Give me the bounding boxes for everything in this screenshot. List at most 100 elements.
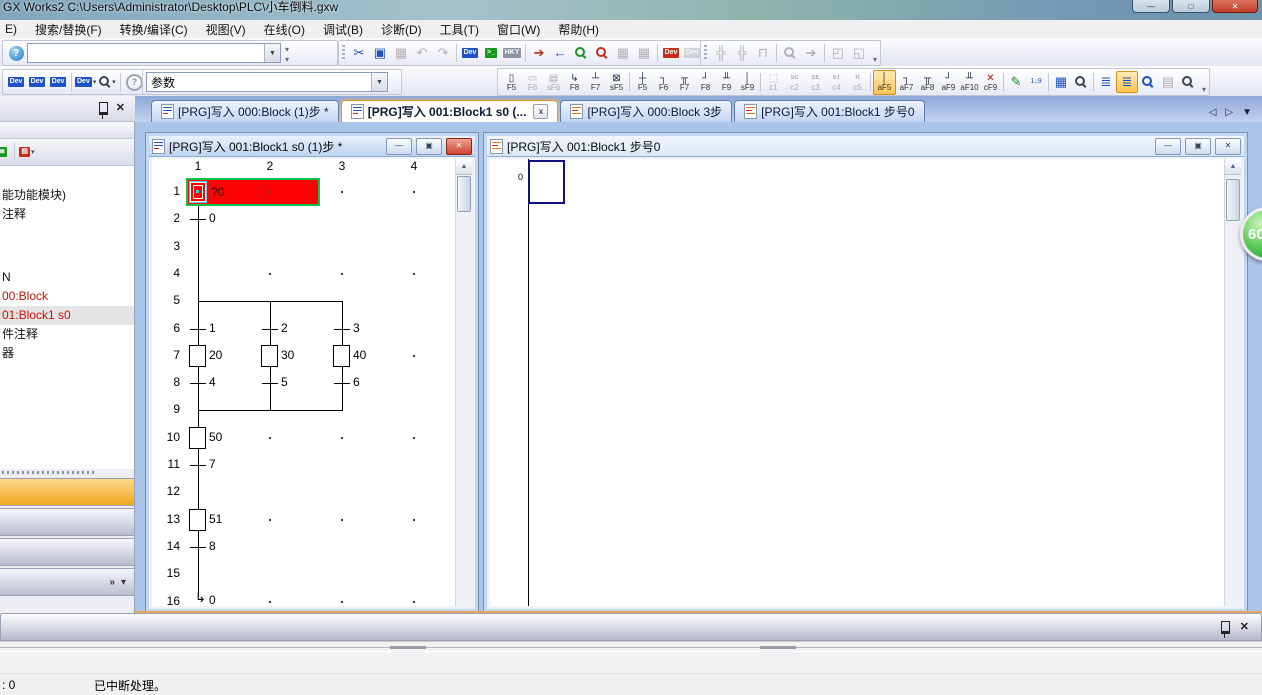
sidebar-splitter[interactable] (0, 469, 134, 476)
tab-2[interactable]: [PRG]写入 000:Block 3步 (560, 100, 732, 122)
close-panel-icon[interactable]: ✕ (1240, 622, 1249, 633)
sfc-st-step-c4[interactable]: STc4 (826, 71, 847, 94)
device-display-icon[interactable]: Dev (661, 43, 681, 63)
project-sort-icon[interactable]: ▤▾ (17, 142, 37, 162)
tab-scroll-right-icon[interactable]: ▷ (1225, 107, 1233, 118)
sfc-draw-selection-branch-af7[interactable]: ┐aF7 (896, 71, 917, 94)
window-minimize-button[interactable]: — (1132, 0, 1170, 13)
sfc-sc-step-c2[interactable]: SCc2 (784, 71, 805, 94)
child-minimize-button[interactable]: — (1155, 138, 1181, 155)
undo-icon[interactable]: ↶ (412, 43, 432, 63)
toolbar-overflow-icon[interactable]: ▾▾ (285, 45, 289, 65)
sfc-editor-canvas[interactable]: 1234123456789101112131415160123456782030… (152, 159, 472, 606)
vertical-scrollbar[interactable]: ▲ (455, 159, 472, 606)
sfc-selection-converge-f8[interactable]: ┘F8 (695, 71, 716, 94)
titlebar[interactable]: GX Works2 C:\Users\Administrator\Desktop… (0, 0, 1262, 21)
sfc-step[interactable] (189, 345, 206, 367)
device-monitor-icon[interactable]: Dev (460, 43, 480, 63)
panel-splitter-tick[interactable] (390, 646, 426, 649)
monitor-start-icon[interactable] (571, 43, 591, 63)
sfc-window-titlebar[interactable]: [PRG]写入 001:Block1 s0 (1)步 * — ▣ ✕ (149, 136, 475, 157)
device-test-table-icon[interactable]: ▦ (1051, 72, 1071, 92)
menu-item-9[interactable]: 帮助(H) (549, 20, 608, 39)
device-grid-icon[interactable]: Dev (48, 72, 68, 92)
open-zoom-disabled-icon[interactable]: ▤ (1158, 72, 1178, 92)
read-from-plc-icon[interactable]: ← (550, 43, 570, 63)
ladder-delete-icon[interactable]: ╬ (732, 43, 752, 63)
sfc-draw-selection-converge-af9[interactable]: ┘aF9 (938, 71, 959, 94)
menu-item-4[interactable]: 在线(O) (255, 20, 314, 39)
tree-item[interactable]: N (0, 268, 134, 287)
help-search-combobox[interactable]: ▼ (27, 43, 281, 63)
nav-group-connection-button[interactable] (0, 538, 134, 566)
copy-icon[interactable]: ▣ (370, 43, 390, 63)
sfc-block-start-f6[interactable]: ▭F6 (522, 71, 543, 94)
paste-icon[interactable]: ▦ (391, 43, 411, 63)
sfc-comment-c1[interactable]: ⬚c1 (763, 71, 784, 94)
scrollbar-thumb[interactable] (457, 176, 471, 212)
open-zoom-icon[interactable] (1138, 72, 1158, 92)
tree-item[interactable]: 能功能模块) (0, 186, 134, 205)
sfc-transition-f5[interactable]: ┼F5 (632, 71, 653, 94)
device-test-icon[interactable]: ✎ (1006, 72, 1026, 92)
sfc-se-step-c3[interactable]: SEc3 (805, 71, 826, 94)
monitor-stop-icon[interactable] (592, 43, 612, 63)
menu-item-1[interactable]: 搜索/替换(F) (26, 20, 111, 39)
device-display-menu-icon[interactable]: Dev▾ (75, 72, 96, 92)
ladder-window-titlebar[interactable]: [PRG]写入 001:Block1 步号0 — ▣ ✕ (487, 136, 1244, 157)
child-close-button[interactable]: ✕ (446, 138, 472, 155)
tab-0[interactable]: [PRG]写入 000:Block (1)步 * (151, 100, 339, 122)
find-device-menu-icon[interactable]: ▾ (97, 72, 117, 92)
tab-scroll-left-icon[interactable]: ◁ (1209, 107, 1217, 118)
pulse-convert-icon[interactable]: ⊓ (753, 43, 773, 63)
child-minimize-button[interactable]: — (386, 138, 412, 155)
scroll-up-icon[interactable]: ▲ (1225, 159, 1241, 175)
sfc-block-list-icon[interactable]: ≣ (1096, 72, 1116, 92)
tree-item[interactable]: 01:Block1 s0 (0, 306, 134, 325)
sfc-step-f5[interactable]: ▯F5 (501, 71, 522, 94)
device-display-off-icon[interactable]: Dev (682, 43, 702, 63)
tree-item[interactable]: 件注释 (0, 325, 134, 344)
find-in-table-icon[interactable] (1071, 72, 1091, 92)
sfc-reset-step-c5[interactable]: Rc5 (847, 71, 868, 94)
tab-1[interactable]: [PRG]写入 001:Block1 s0 (...x (341, 100, 559, 122)
ladder-insert-icon[interactable]: ╬ (711, 43, 731, 63)
tree-item[interactable]: 器 (0, 344, 134, 363)
sfc-selection-branch-f6[interactable]: ┐F6 (653, 71, 674, 94)
jump-to-icon[interactable]: ➔ (801, 43, 821, 63)
tab-close-icon[interactable]: x (533, 104, 548, 119)
pin-icon[interactable] (99, 102, 108, 115)
ladder-editor-canvas[interactable]: 0 ▲ (490, 159, 1241, 606)
sfc-block-end-sf6[interactable]: ▤sF6 (543, 71, 564, 94)
sfc-step[interactable] (189, 427, 206, 449)
redo-icon[interactable]: ↷ (433, 43, 453, 63)
device-batch-monitor-icon[interactable]: >_ (481, 43, 501, 63)
help-question-icon[interactable]: ? (6, 43, 26, 63)
tree-item[interactable]: 00:Block (0, 287, 134, 306)
device-hkey-icon[interactable]: HKY (502, 43, 522, 63)
menu-item-7[interactable]: 工具(T) (431, 20, 488, 39)
nav-group-project-button[interactable] (0, 478, 134, 506)
scroll-up-icon[interactable]: ▲ (456, 159, 472, 175)
zoom-magnifier-icon[interactable] (1178, 72, 1198, 92)
ladder-edit-cursor[interactable] (528, 160, 565, 204)
find-device-gray-icon[interactable] (780, 43, 800, 63)
sfc-end-step-f7[interactable]: ┴F7 (585, 71, 606, 94)
toolbar-overflow-icon[interactable]: ▾ (873, 55, 877, 65)
combo-dropdown-icon[interactable]: ▼ (371, 73, 387, 91)
toolbar-grip[interactable] (342, 45, 345, 61)
vertical-scrollbar[interactable]: ▲ (1224, 159, 1241, 606)
menu-item-8[interactable]: 窗口(W) (488, 20, 549, 39)
window-close-button[interactable]: ✕ (1212, 0, 1258, 13)
device-memory-icon[interactable]: Dev (27, 72, 47, 92)
menu-item-0[interactable]: E) (2, 21, 26, 37)
sfc-draw-parallel-converge-af10[interactable]: ╨aF10 (959, 71, 980, 94)
window-select-combobox[interactable]: 参数 ▼ (146, 72, 388, 92)
write-to-plc-icon[interactable]: ➔ (529, 43, 549, 63)
monitor-resume-icon[interactable]: ▦ (634, 43, 654, 63)
monitor-pause-icon[interactable]: ▦ (613, 43, 633, 63)
sfc-zoom-list-icon[interactable]: ≣ (1116, 71, 1138, 93)
sfc-vertical-line-sf9[interactable]: │sF9 (737, 71, 758, 94)
sfc-draw-line-af5[interactable]: │aF5 (873, 70, 896, 95)
menu-item-3[interactable]: 视图(V) (197, 20, 255, 39)
